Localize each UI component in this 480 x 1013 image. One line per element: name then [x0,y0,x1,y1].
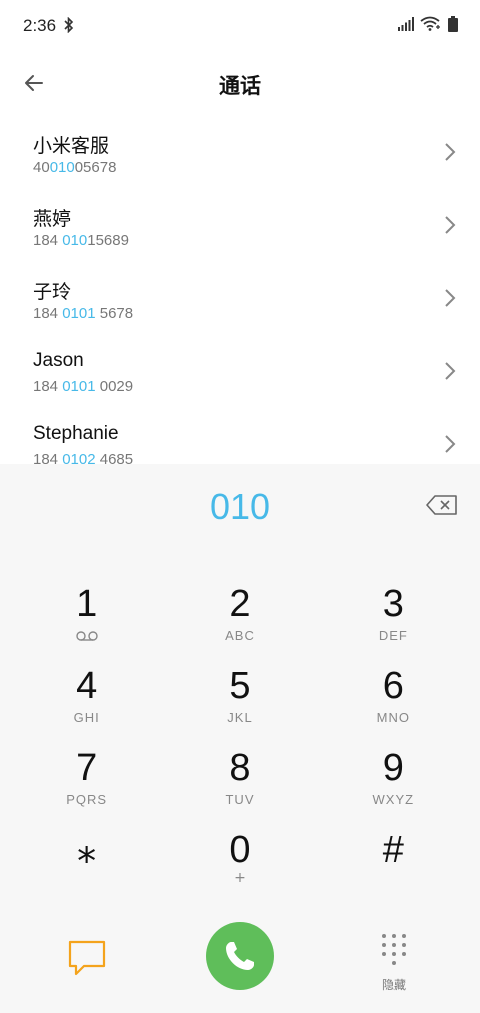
signal-icon [398,17,414,31]
contact-number: 184 01015689 [33,232,129,249]
key-8[interactable]: 8 TUV [163,746,316,828]
header: 通话 [0,52,480,116]
contact-name: 子玲 [33,282,72,303]
hide-label: 隐藏 [381,978,406,992]
battery-icon [448,16,458,32]
message-button[interactable] [66,936,108,978]
key-star[interactable]: ⁎ [10,828,163,910]
contact-name: Stephanie [33,423,119,444]
contact-name: Jason [33,350,84,371]
list-item[interactable]: 小米客服 4001005678 [0,118,480,191]
backspace-button[interactable] [424,492,460,518]
key-9[interactable]: 9 WXYZ [317,746,470,828]
chevron-right-icon [445,289,456,307]
list-item[interactable]: 燕婷 184 01015689 [0,191,480,264]
key-3[interactable]: 3 DEF [317,582,470,664]
call-button[interactable] [206,922,274,990]
keypad: 1 2 ABC 3 DEF 4 GHI 5 JKL 6 MNO 7 PQRS 8… [10,582,470,910]
contact-name: 小米客服 [33,136,110,157]
dialpad: 010 1 2 ABC 3 DEF 4 GHI 5 JKL 6 MNO 7 PQ… [0,464,480,1013]
contact-number: 4001005678 [33,159,117,176]
key-6[interactable]: 6 MNO [317,664,470,746]
chevron-right-icon [445,362,456,380]
contact-list: 小米客服 4001005678 燕婷 184 01015689 子玲 184 0… [0,118,480,464]
chevron-right-icon [445,435,456,453]
dialpad-actions: 隐藏 [0,922,480,1013]
list-item[interactable]: 子玲 184 0101 5678 [0,264,480,337]
list-item[interactable]: Jason 184 0101 0029 [0,337,480,410]
bluetooth-icon [64,17,74,33]
key-1[interactable]: 1 [10,582,163,664]
key-0[interactable]: 0 + [163,828,316,910]
voicemail-icon [75,631,98,641]
phone-icon [226,942,254,970]
contact-number: 184 0101 5678 [33,305,134,322]
key-5[interactable]: 5 JKL [163,664,316,746]
list-item[interactable]: Stephanie 184 0102 4685 [0,410,480,464]
chevron-right-icon [445,216,456,234]
hide-dialpad-button[interactable]: 隐藏 [370,932,418,992]
wifi-icon [420,16,440,31]
status-icons [398,16,458,32]
dialpad-grid-icon [382,934,406,965]
key-2[interactable]: 2 ABC [163,582,316,664]
key-hash[interactable]: # [317,828,470,910]
status-time: 2:36 [23,16,57,35]
message-icon [68,940,106,976]
status-bar: 2:36 [0,0,480,52]
key-7[interactable]: 7 PQRS [10,746,163,828]
contact-number: 184 0101 0029 [33,378,134,395]
dialed-number: 010 [209,486,271,527]
chevron-right-icon [445,143,456,161]
page-title: 通话 [219,74,261,98]
backspace-icon [426,495,457,515]
contact-name: 燕婷 [33,209,72,230]
contact-number: 184 0102 4685 [33,451,134,464]
key-4[interactable]: 4 GHI [10,664,163,746]
